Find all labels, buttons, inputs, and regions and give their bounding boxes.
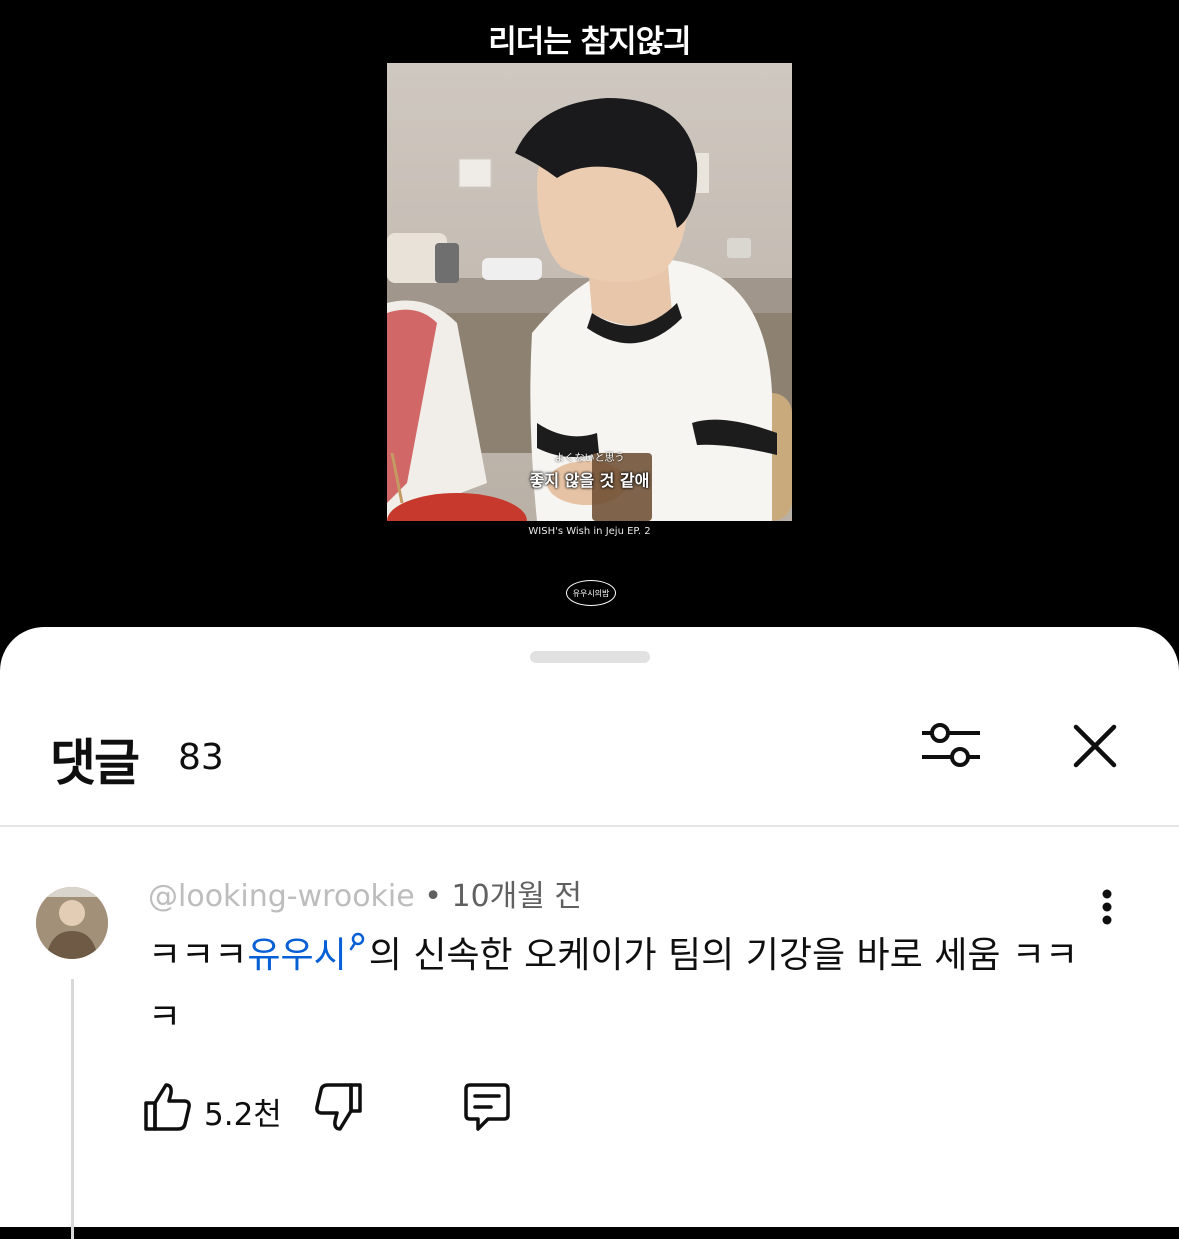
dislike-button[interactable] <box>310 1079 366 1135</box>
video-caption: WISH's Wish in Jeju EP. 2 <box>528 526 651 537</box>
mention-link[interactable]: 유우시 <box>247 935 346 976</box>
avatar-image <box>36 887 108 959</box>
reply-button[interactable] <box>458 1079 514 1135</box>
subtitle-japanese: よくないと思う <box>554 453 625 464</box>
channel-logo-text: 유우시의밤 <box>572 588 610 598</box>
comments-title: 댓글 <box>50 734 140 792</box>
comments-sheet: 댓글 83 @looking-wrookie • 10개월 전 ㅋㅋㅋ유우시 의… <box>0 627 1179 1239</box>
thumbs-down-icon <box>315 1083 362 1131</box>
like-count: 5.2천 <box>204 1097 282 1133</box>
subtitle-korean: 좋지 않을 것 같애 <box>529 471 650 490</box>
comments-count: 83 <box>178 737 224 778</box>
video-frame[interactable]: よくないと思う 좋지 않을 것 같애 <box>387 63 792 521</box>
sliders-icon <box>922 723 980 767</box>
header-divider <box>0 825 1179 827</box>
avatar[interactable] <box>36 887 108 959</box>
comment-item: @looking-wrookie • 10개월 전 ㅋㅋㅋ유우시 의 신속한 오케… <box>0 857 1179 1239</box>
comment-meta: @looking-wrookie • 10개월 전 <box>148 871 582 915</box>
comment-author[interactable]: @looking-wrookie <box>148 879 415 914</box>
channel-logo: 유우시의밤 <box>566 580 616 606</box>
close-icon <box>1073 724 1117 768</box>
thumbs-up-icon <box>144 1083 191 1131</box>
thread-line <box>71 979 74 1239</box>
comment-text: ㅋㅋㅋ유우시 의 신속한 오케이가 팀의 기강을 바로 세움 ㅋㅋㅋ <box>148 925 1108 1049</box>
sort-filter-button[interactable] <box>918 717 984 773</box>
like-button[interactable] <box>140 1079 196 1135</box>
drag-handle[interactable] <box>530 651 650 663</box>
comments-header: 댓글 83 <box>0 717 1179 797</box>
search-icon[interactable] <box>347 931 369 955</box>
comment-text-prefix: ㅋㅋㅋ <box>148 935 248 976</box>
comment-icon <box>464 1083 510 1131</box>
comment-time: • 10개월 전 <box>424 879 583 914</box>
close-button[interactable] <box>1068 719 1122 773</box>
video-player[interactable]: 리더는 참지않긔 よくないと思う 좋지 않을 것 같애 WISH's Wish … <box>0 0 1179 640</box>
video-title: 리더는 참지않긔 <box>488 24 691 60</box>
